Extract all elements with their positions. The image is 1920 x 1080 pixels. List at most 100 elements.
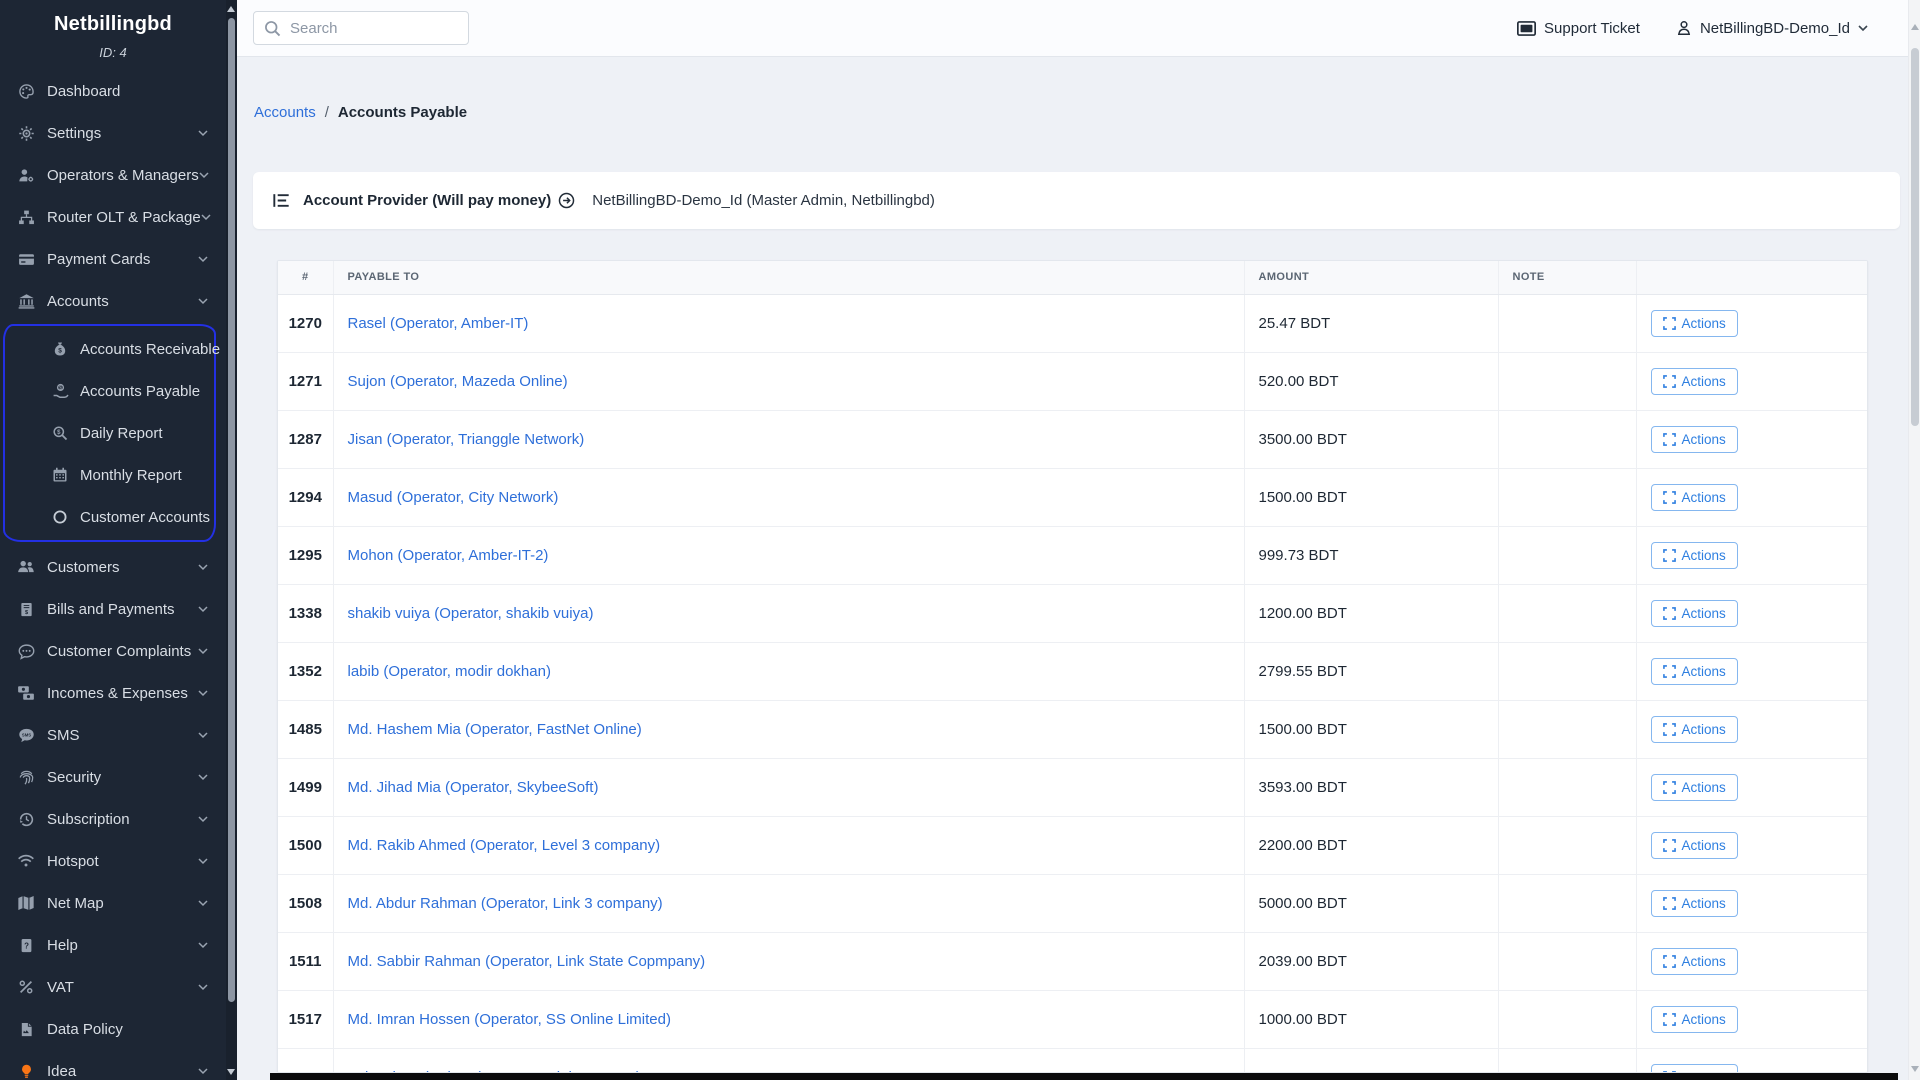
sidebar-item-customers[interactable]: Customers — [0, 546, 226, 588]
scroll-down-icon[interactable] — [1911, 1066, 1919, 1072]
payable-to-link[interactable]: Mohon (Operator, Amber-IT-2) — [348, 547, 549, 564]
support-ticket-button[interactable]: Support Ticket — [1517, 20, 1640, 37]
sidebar-item-label: Monthly Report — [80, 467, 182, 484]
scroll-up-icon[interactable] — [227, 6, 235, 12]
sidebar-item-subscription[interactable]: Subscription — [0, 798, 226, 840]
credit-card-icon — [13, 251, 39, 268]
sidebar-item-help[interactable]: ? Help — [0, 924, 226, 966]
actions-button[interactable]: Actions — [1651, 600, 1738, 627]
actions-button[interactable]: Actions — [1651, 484, 1738, 511]
chevron-down-icon — [198, 774, 208, 781]
sidebar-item-customer-complaints[interactable]: Customer Complaints — [0, 630, 226, 672]
help-icon: ? — [13, 938, 39, 953]
chevron-down-icon — [198, 732, 208, 739]
page-scrollbar-thumb[interactable] — [1911, 48, 1919, 426]
actions-button[interactable]: Actions — [1651, 890, 1738, 917]
sidebar-item-monthly-report[interactable]: Monthly Report — [5, 454, 214, 496]
table-row: 1287 Jisan (Operator, Trianggle Network)… — [278, 410, 1868, 468]
chevron-down-icon — [198, 564, 208, 571]
sidebar-scrollbar[interactable] — [226, 0, 237, 1080]
row-id: 1508 — [278, 874, 333, 932]
sidebar-item-sms[interactable]: SMS SMS — [0, 714, 226, 756]
row-note — [1498, 932, 1636, 990]
sidebar-item-dashboard[interactable]: Dashboard — [0, 70, 226, 112]
actions-button[interactable]: Actions — [1651, 716, 1738, 743]
table-row: 1511 Md. Sabbir Rahman (Operator, Link S… — [278, 932, 1868, 990]
payable-to-link[interactable]: Md. Rakib Ahmed (Operator, Level 3 compa… — [348, 837, 661, 854]
actions-button[interactable]: Actions — [1651, 1006, 1738, 1033]
page-scrollbar[interactable] — [1908, 0, 1920, 1080]
sidebar-item-operators-managers[interactable]: Operators & Managers — [0, 154, 226, 196]
payable-to-link[interactable]: Rasel (Operator, Amber-IT) — [348, 315, 529, 332]
chevron-down-icon — [198, 816, 208, 823]
row-id: 1271 — [278, 352, 333, 410]
sidebar-scrollbar-thumb[interactable] — [228, 18, 235, 1002]
breadcrumb-accounts-link[interactable]: Accounts — [254, 104, 316, 121]
svg-text:$: $ — [57, 430, 61, 436]
payable-to-link[interactable]: Md. Sabbir Rahman (Operator, Link State … — [348, 953, 706, 970]
payable-to-link[interactable]: Sujon (Operator, Mazeda Online) — [348, 373, 568, 390]
search-box[interactable] — [253, 11, 469, 45]
row-id: 1270 — [278, 294, 333, 352]
col-header-payable-to: PAYABLE TO — [333, 261, 1244, 294]
chevron-down-icon — [198, 606, 208, 613]
sidebar-item-payment-cards[interactable]: Payment Cards — [0, 238, 226, 280]
sidebar-item-customer-accounts[interactable]: Customer Accounts — [5, 496, 214, 538]
col-header-amount: AMOUNT — [1244, 261, 1498, 294]
sidebar-item-vat[interactable]: VAT — [0, 966, 226, 1008]
row-note — [1498, 816, 1636, 874]
sidebar-item-label: Customer Complaints — [47, 643, 191, 660]
actions-button[interactable]: Actions — [1651, 832, 1738, 859]
sidebar-item-net-map[interactable]: Net Map — [0, 882, 226, 924]
actions-button[interactable]: Actions — [1651, 542, 1738, 569]
payable-to-link[interactable]: Jisan (Operator, Trianggle Network) — [348, 431, 585, 448]
actions-button[interactable]: Actions — [1651, 774, 1738, 801]
sidebar-item-security[interactable]: Security — [0, 756, 226, 798]
payable-to-link[interactable]: Md. Hashem Mia (Operator, FastNet Online… — [348, 721, 642, 738]
scroll-down-icon[interactable] — [227, 1069, 235, 1075]
actions-button[interactable]: Actions — [1651, 426, 1738, 453]
comment-icon — [13, 643, 39, 660]
sidebar-item-hotspot[interactable]: Hotspot — [0, 840, 226, 882]
actions-label: Actions — [1682, 1012, 1726, 1027]
sidebar-item-daily-report[interactable]: $ Daily Report — [5, 412, 214, 454]
actions-button[interactable]: Actions — [1651, 368, 1738, 395]
payable-to-link[interactable]: labib (Operator, modir dokhan) — [348, 663, 551, 680]
actions-button[interactable]: Actions — [1651, 948, 1738, 975]
sidebar-item-idea[interactable]: Idea — [0, 1050, 226, 1080]
money-transfer-icon — [13, 684, 39, 702]
scroll-up-icon[interactable] — [1911, 24, 1919, 30]
payable-to-link[interactable]: Md. Imran Hossen (Operator, SS Online Li… — [348, 1011, 671, 1028]
actions-button[interactable]: Actions — [1651, 310, 1738, 337]
actions-button[interactable]: Actions — [1651, 658, 1738, 685]
sidebar-item-data-policy[interactable]: Data Policy — [0, 1008, 226, 1050]
support-ticket-label: Support Ticket — [1544, 20, 1640, 37]
svg-text:$: $ — [58, 348, 62, 355]
sidebar-item-accounts[interactable]: Accounts — [0, 280, 226, 322]
expand-icon — [1663, 491, 1676, 504]
accounts-payable-table: # PAYABLE TO AMOUNT NOTE 1270 Rasel (Ope… — [278, 261, 1868, 1073]
payable-to-link[interactable]: Masud (Operator, City Network) — [348, 489, 559, 506]
sidebar-item-bills-and-payments[interactable]: $ Bills and Payments — [0, 588, 226, 630]
table-row: 1499 Md. Jihad Mia (Operator, SkybeeSoft… — [278, 758, 1868, 816]
sidebar-item-label: Payment Cards — [47, 251, 150, 268]
row-amount: 2200.00 BDT — [1244, 816, 1498, 874]
payable-to-link[interactable]: Md. Abdur Rahman (Operator, Link 3 compa… — [348, 895, 663, 912]
sidebar-item-accounts-payable[interactable]: $ Accounts Payable — [5, 370, 214, 412]
payable-to-link[interactable]: shakib vuiya (Operator, shakib vuiya) — [348, 605, 594, 622]
actions-label: Actions — [1682, 606, 1726, 621]
payable-to-link[interactable]: Md. Jihad Mia (Operator, SkybeeSoft) — [348, 779, 599, 796]
actions-button[interactable]: Actions — [1651, 1064, 1738, 1074]
sidebar-item-accounts-receivable[interactable]: $ Accounts Receivable — [5, 328, 214, 370]
search-input[interactable] — [290, 20, 458, 37]
col-header-note: NOTE — [1498, 261, 1636, 294]
sidebar-item-router-olt-package[interactable]: Router OLT & Package — [0, 196, 226, 238]
sidebar-item-incomes-expenses[interactable]: Incomes & Expenses — [0, 672, 226, 714]
chevron-down-icon — [198, 942, 208, 949]
user-menu[interactable]: NetBillingBD-Demo_Id — [1676, 20, 1868, 37]
provider-label: Account Provider (Will pay money) — [303, 192, 551, 209]
sidebar-item-settings[interactable]: Settings — [0, 112, 226, 154]
row-note — [1498, 352, 1636, 410]
search-dollar-icon: $ — [47, 425, 73, 441]
actions-label: Actions — [1682, 490, 1726, 505]
